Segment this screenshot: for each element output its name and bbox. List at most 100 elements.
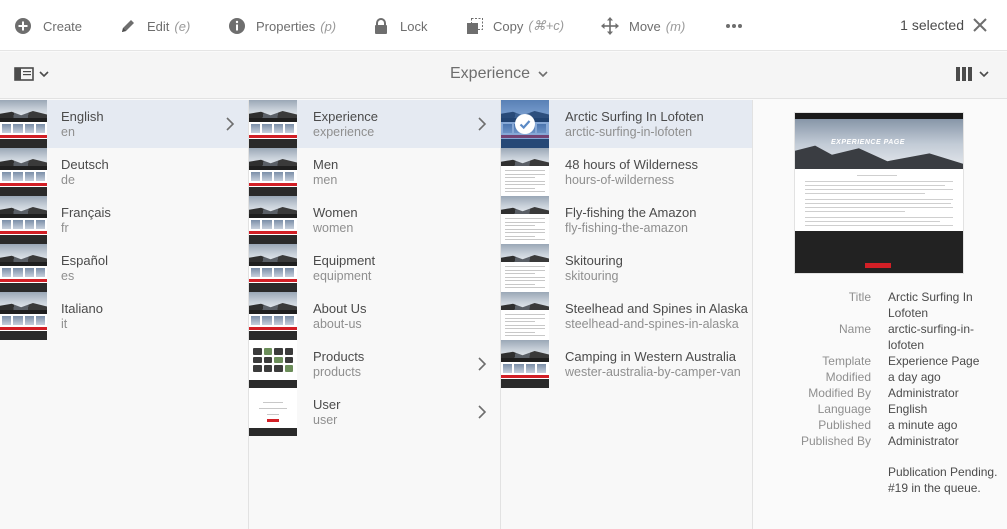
item-title: Men: [313, 157, 339, 172]
view-switcher-button[interactable]: [955, 66, 989, 82]
page-thumbnail[interactable]: [501, 292, 549, 340]
page-thumbnail[interactable]: [501, 148, 549, 196]
property-value: a day ago: [888, 370, 941, 384]
section-item[interactable]: Experience experience: [249, 100, 500, 148]
move-icon: [601, 17, 619, 35]
thumbnail-hero: [501, 148, 549, 166]
page-item[interactable]: Skitouring skitouring: [501, 244, 752, 292]
copy-icon: [467, 18, 483, 34]
thumbnail-accent: [249, 183, 297, 186]
item-name: skitouring: [565, 269, 619, 283]
item-title: Arctic Surfing In Lofoten: [565, 109, 704, 124]
move-button[interactable]: Move (m): [601, 12, 685, 40]
rail-toggle-button[interactable]: [14, 66, 49, 82]
page-thumbnail[interactable]: [501, 196, 549, 244]
page-properties: Title Arctic Surfing In Lofoten Name arctic…: [753, 289, 1007, 449]
thumbnail-footer: [0, 235, 47, 244]
thumbnail-accent: [0, 327, 47, 330]
edit-shortcut: (e): [174, 18, 191, 34]
thumbnail-footer: [249, 187, 297, 196]
section-item[interactable]: Products products: [249, 340, 500, 388]
page-thumbnail[interactable]: [249, 148, 297, 196]
page-thumbnail[interactable]: [0, 244, 47, 292]
page-thumbnail[interactable]: [0, 196, 47, 244]
copy-button[interactable]: Copy (⌘+c): [466, 12, 564, 40]
thumbnail-accent: [249, 231, 297, 234]
close-icon: [973, 18, 987, 32]
page-thumbnail[interactable]: [0, 148, 47, 196]
page-thumbnail[interactable]: [501, 340, 549, 388]
item-title: About Us: [313, 301, 367, 316]
more-actions-button[interactable]: [725, 12, 743, 40]
page-item[interactable]: Steelhead and Spines in Alaska steelhead-…: [501, 292, 752, 340]
page-item[interactable]: Arctic Surfing In Lofoten arctic-surfing-…: [501, 100, 752, 148]
publication-status: Publication Pending. #19 in the queue.: [888, 465, 998, 495]
page-item[interactable]: Camping in Western Australia wester-austr…: [501, 340, 752, 388]
chevron-down-icon: [538, 71, 548, 78]
thumbnail-band: [0, 166, 47, 170]
thumbnail-footer: [249, 139, 297, 148]
item-title: User: [313, 397, 341, 412]
section-item[interactable]: Women women: [249, 196, 500, 244]
language-item[interactable]: Deutsch de: [0, 148, 248, 196]
move-label: Move: [629, 18, 661, 34]
language-item[interactable]: Español es: [0, 244, 248, 292]
thumbnail-cards: [2, 220, 45, 229]
page-thumbnail[interactable]: [0, 292, 47, 340]
page-item[interactable]: 48 hours of Wilderness hours-of-wildernes…: [501, 148, 752, 196]
page-thumbnail[interactable]: [249, 100, 297, 148]
section-item[interactable]: User user: [249, 388, 500, 436]
edit-button[interactable]: Edit (e): [119, 12, 190, 40]
item-title: 48 hours of Wilderness: [565, 157, 698, 172]
section-item[interactable]: Men men: [249, 148, 500, 196]
language-item[interactable]: Français fr: [0, 196, 248, 244]
breadcrumb-title[interactable]: Experience: [450, 65, 548, 83]
page-thumbnail[interactable]: [249, 388, 297, 436]
item-title: Equipment: [313, 253, 376, 268]
property-row: Modified By Administrator: [753, 385, 1007, 401]
section-item[interactable]: Equipment equipment: [249, 244, 500, 292]
page-thumbnail[interactable]: [501, 244, 549, 292]
thumbnail-footer: [249, 283, 297, 292]
page-thumbnail[interactable]: [249, 196, 297, 244]
item-name: products: [313, 365, 361, 379]
item-title: Women: [313, 205, 358, 220]
create-button[interactable]: Create: [14, 12, 82, 40]
lock-button[interactable]: Lock: [372, 12, 427, 40]
item-name: it: [61, 317, 68, 331]
thumbnail-footer: [249, 380, 297, 388]
chevron-down-icon: [979, 71, 989, 78]
thumbnail-accent: [267, 419, 279, 422]
item-name: women: [313, 221, 354, 235]
thumbnail-footer: [249, 235, 297, 244]
thumbnail-cards: [503, 364, 546, 373]
item-title: Experience: [313, 109, 379, 124]
chevron-right-icon: [226, 117, 235, 131]
thumbnail-band: [249, 166, 297, 170]
thumbnail-hero: [501, 292, 549, 310]
thumbnail-hero: [249, 244, 297, 262]
page-thumbnail[interactable]: [501, 100, 549, 148]
page-item[interactable]: Fly-fishing the Amazon fly-fishing-the-am…: [501, 196, 752, 244]
language-item[interactable]: English en: [0, 100, 248, 148]
page-preview-thumbnail: EXPERIENCE PAGE: [795, 113, 963, 273]
page-thumbnail[interactable]: [249, 244, 297, 292]
selection-count: 1 selected: [900, 17, 964, 33]
thumbnail-cards: [251, 220, 294, 229]
sections-column: Experience experience Men men Women women Equi…: [249, 100, 501, 529]
add-circle-icon: [15, 18, 31, 34]
item-name: hours-of-wilderness: [565, 173, 675, 187]
thumbnail-hero: [249, 148, 297, 166]
thumbnail-footer: [0, 139, 47, 148]
page-thumbnail[interactable]: [0, 100, 47, 148]
properties-button[interactable]: Properties (p): [228, 12, 336, 40]
thumbnail-footer: [249, 331, 297, 340]
close-selection-button[interactable]: [971, 16, 989, 34]
chevron-down-icon: [39, 71, 49, 78]
section-item[interactable]: About Us about-us: [249, 292, 500, 340]
property-row: Title Arctic Surfing In Lofoten: [753, 289, 1007, 321]
page-thumbnail[interactable]: [249, 340, 297, 388]
page-thumbnail[interactable]: [249, 292, 297, 340]
language-item[interactable]: Italiano it: [0, 292, 248, 340]
details-panel: EXPERIENCE PAGE Title Arctic Surfing In L…: [753, 100, 1007, 529]
